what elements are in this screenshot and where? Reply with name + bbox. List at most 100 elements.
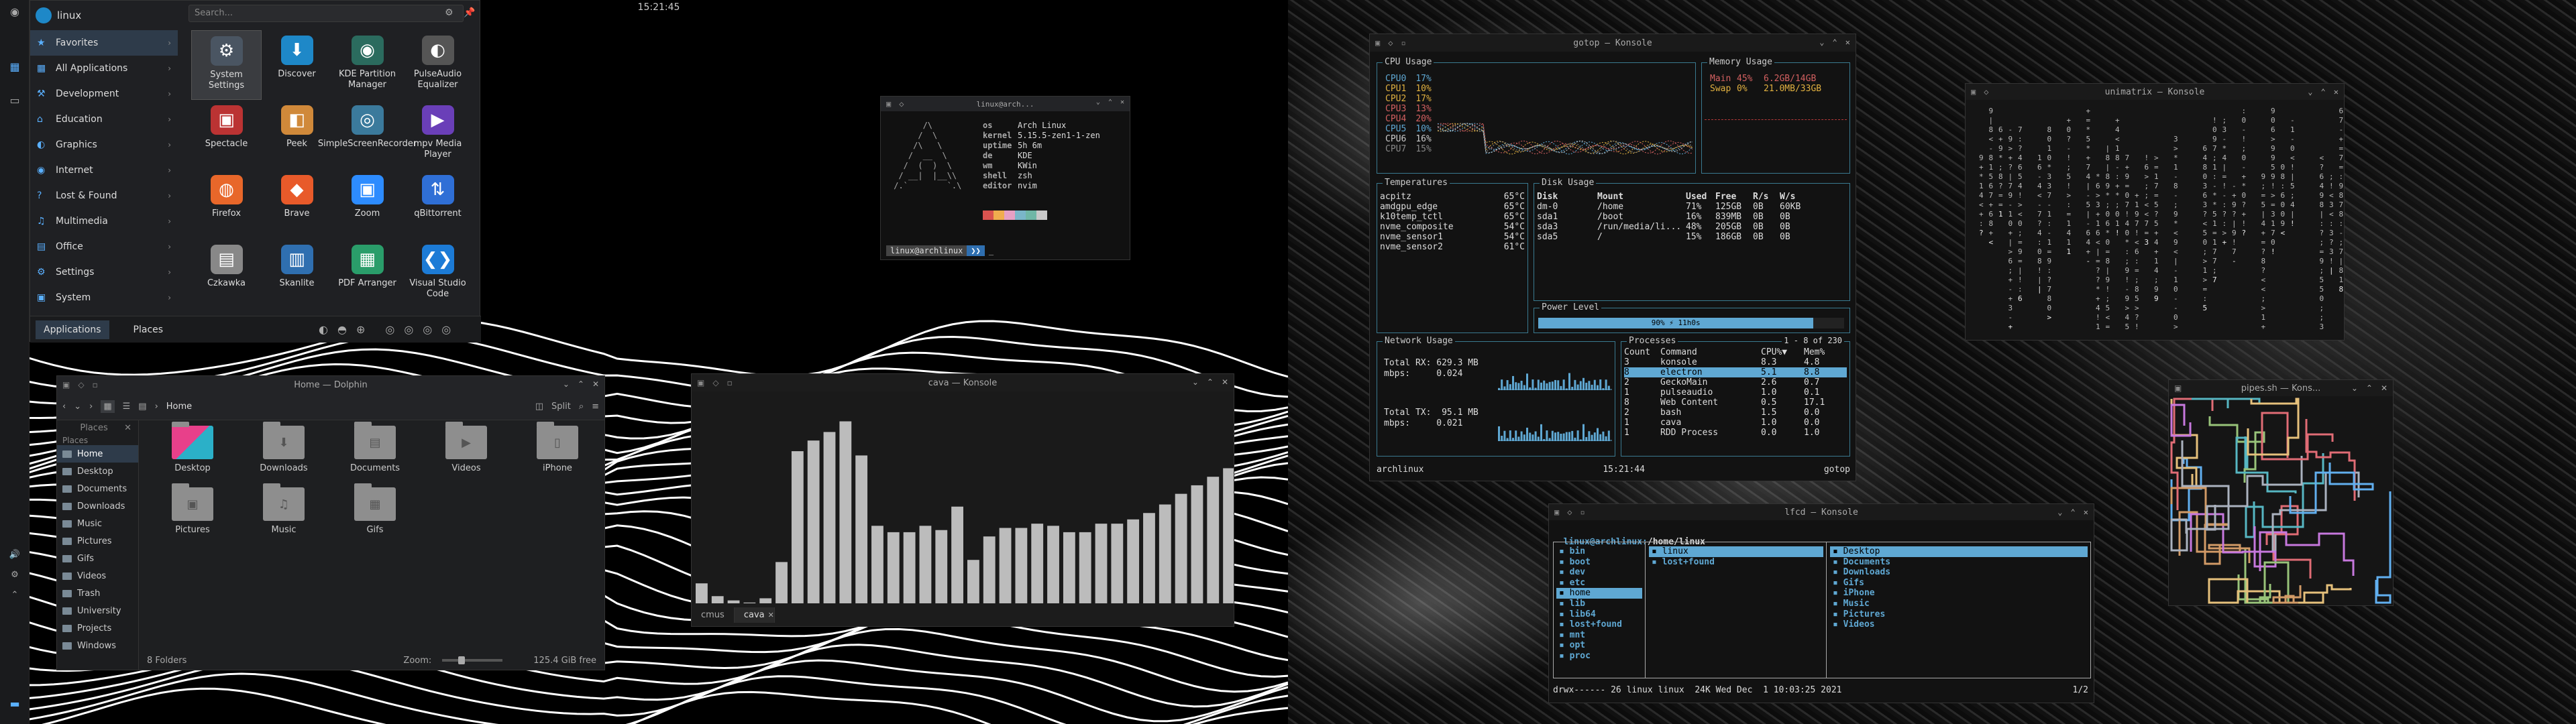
minimize-icon[interactable]: ⌄: [1192, 377, 1199, 387]
lf-entry[interactable]: ▪ Music: [1830, 599, 2088, 609]
close-tab-icon[interactable]: ✕: [768, 611, 774, 619]
app-tile[interactable]: ▤ Czkawka: [191, 239, 262, 309]
menu-icon[interactable]: ▣: [697, 378, 704, 387]
pin-icon[interactable]: ◇: [78, 380, 84, 389]
menu-icon[interactable]: ▣: [1375, 38, 1380, 48]
clock[interactable]: 15:21:45: [638, 2, 680, 13]
category-item[interactable]: ⚒ Development ›: [30, 81, 178, 107]
file-item[interactable]: ⬇ Downloads: [238, 422, 329, 487]
process-row[interactable]: 1 pulseaudio 1.0 0.1: [1624, 387, 1847, 398]
process-row[interactable]: 8 electron 5.1 8.8: [1624, 367, 1847, 377]
lf-entry[interactable]: ▪ proc: [1556, 651, 1642, 662]
hamburger-menu-icon[interactable]: ≡: [592, 402, 599, 412]
lf-entry[interactable]: ▪ Documents: [1830, 557, 2088, 568]
category-item[interactable]: ★ Favorites ›: [30, 30, 178, 56]
place-item[interactable]: Gifs: [57, 550, 138, 567]
close-panel-icon[interactable]: ✕: [124, 423, 131, 433]
category-item[interactable]: ◐ Graphics ›: [30, 132, 178, 158]
place-item[interactable]: Windows: [57, 637, 138, 654]
lf-entry[interactable]: ▪ opt: [1556, 640, 1642, 651]
maximize-icon[interactable]: ⌃: [1833, 38, 1837, 47]
forward-icon[interactable]: ›: [89, 402, 93, 412]
lf-entry[interactable]: ▪ boot: [1556, 557, 1642, 568]
category-item[interactable]: ⌂ Education ›: [30, 107, 178, 132]
place-item[interactable]: Documents: [57, 480, 138, 497]
keep-above-icon[interactable]: ▫: [1401, 38, 1405, 48]
split-icon[interactable]: ◫: [535, 402, 543, 412]
lf-entry[interactable]: ▪ etc: [1556, 578, 1642, 589]
file-item[interactable]: ▦ Gifs: [329, 483, 421, 549]
process-row[interactable]: 1 cava 1.0 0.0: [1624, 418, 1847, 428]
app-tile[interactable]: ⇅ qBittorrent: [402, 170, 473, 239]
lf-entry[interactable]: ▪ lib64: [1556, 609, 1642, 620]
app-tile[interactable]: ◆ Brave: [262, 170, 332, 239]
category-item[interactable]: ? Lost & Found ›: [30, 183, 178, 208]
process-row[interactable]: 2 bash 1.5 0.0: [1624, 408, 1847, 418]
search-icon[interactable]: ⌕: [579, 402, 584, 412]
minimize-icon[interactable]: ⌄: [2308, 87, 2312, 97]
tray-expand-icon[interactable]: ⌃: [0, 590, 30, 600]
split-button[interactable]: Split: [551, 402, 571, 412]
minimize-icon[interactable]: ⌄: [1096, 99, 1100, 106]
lf-entry[interactable]: ▪ iPhone: [1830, 588, 2088, 599]
volume-icon[interactable]: 🔊: [0, 550, 30, 560]
file-item[interactable]: ▯ iPhone: [512, 422, 603, 487]
lf-entry[interactable]: ▪ Gifs: [1830, 578, 2088, 589]
close-icon[interactable]: ✕: [2084, 507, 2088, 517]
file-item[interactable]: Desktop: [147, 422, 238, 487]
pin-icon[interactable]: 📌: [464, 7, 475, 18]
task-icon[interactable]: ▭: [0, 94, 30, 107]
close-icon[interactable]: ✕: [1120, 99, 1124, 106]
lf-entry[interactable]: ▪ bin: [1556, 546, 1642, 557]
pin-icon[interactable]: ◇: [899, 99, 904, 109]
minimize-icon[interactable]: ⌄: [1819, 38, 1824, 47]
network-icon[interactable]: ⚙: [0, 570, 30, 580]
show-desktop-icon[interactable]: ▬: [0, 697, 30, 710]
place-item[interactable]: Home: [57, 445, 138, 463]
breadcrumb[interactable]: Home: [166, 402, 192, 412]
lock-icon[interactable]: ⊕: [356, 323, 365, 336]
keep-above-icon[interactable]: ▫: [727, 378, 733, 387]
search-input[interactable]: Search...: [189, 5, 464, 22]
app-tile[interactable]: ⬇ Discover: [262, 30, 332, 100]
category-item[interactable]: ▤ Office ›: [30, 234, 178, 259]
maximize-icon[interactable]: ⌃: [1108, 99, 1112, 106]
maximize-icon[interactable]: ⌃: [2366, 383, 2373, 393]
file-item[interactable]: ♫ Music: [238, 483, 329, 549]
restart-icon[interactable]: ◎: [404, 323, 413, 336]
maximize-icon[interactable]: ⌃: [2321, 87, 2326, 97]
close-icon[interactable]: ✕: [592, 379, 599, 389]
app-tile[interactable]: ◧ Peek: [262, 100, 332, 170]
tab-places[interactable]: Places: [125, 320, 172, 339]
app-tile[interactable]: ◍ Firefox: [191, 170, 262, 239]
menu-icon[interactable]: ▣: [1554, 507, 1559, 517]
more-icon[interactable]: ◎: [441, 323, 451, 336]
lf-entry[interactable]: ▪ lost+found: [1556, 619, 1642, 630]
pin-icon[interactable]: ◇: [1984, 87, 1988, 97]
app-tile[interactable]: ▣ Spectacle: [191, 100, 262, 170]
minimize-icon[interactable]: ⌄: [2057, 507, 2062, 517]
place-item[interactable]: Desktop: [57, 463, 138, 480]
lf-entry[interactable]: ▪ home: [1556, 588, 1642, 599]
place-item[interactable]: University: [57, 602, 138, 619]
sleep-icon[interactable]: ◐: [319, 323, 328, 336]
maximize-icon[interactable]: ⌃: [578, 379, 584, 389]
lf-entry[interactable]: ▪ Desktop: [1830, 546, 2088, 557]
tab-applications[interactable]: Applications: [36, 320, 109, 339]
close-icon[interactable]: ✕: [1845, 38, 1850, 47]
menu-icon[interactable]: ▣: [2174, 383, 2182, 393]
icons-view-icon[interactable]: ▦: [101, 400, 115, 413]
lf-entry[interactable]: ▪ lost+found: [1649, 557, 1823, 568]
lf-entry[interactable]: ▪ Videos: [1830, 619, 2088, 630]
keep-above-icon[interactable]: ▫: [93, 380, 98, 389]
lf-entry[interactable]: ▪ linux: [1649, 546, 1823, 557]
close-icon[interactable]: ✕: [1222, 377, 1228, 387]
menu-icon[interactable]: ▣: [886, 99, 891, 109]
app-menu-icon[interactable]: ▣: [62, 380, 70, 389]
app-tile[interactable]: ❮❯ Visual Studio Code: [402, 239, 473, 309]
app-tile[interactable]: ◐ PulseAudio Equalizer: [402, 30, 473, 100]
file-item[interactable]: ▣ Pictures: [147, 483, 238, 549]
minimize-icon[interactable]: ⌄: [2351, 383, 2358, 393]
app-tile[interactable]: ▥ Skanlite: [262, 239, 332, 309]
app-tile[interactable]: ▦ PDF Arranger: [332, 239, 402, 309]
